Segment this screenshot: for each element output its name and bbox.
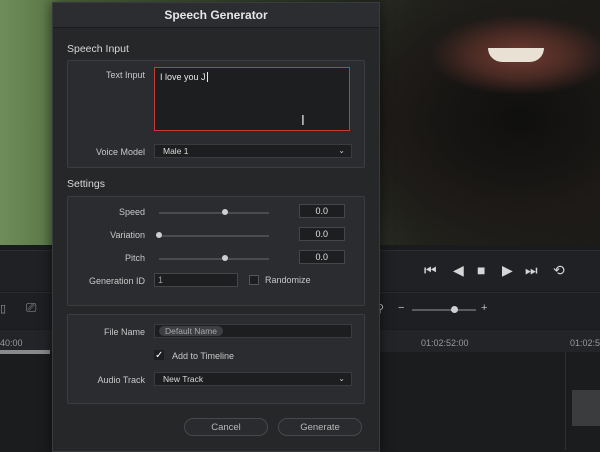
speed-label: Speed xyxy=(118,207,145,217)
stop-icon[interactable]: ■ xyxy=(477,262,485,278)
cancel-button[interactable]: Cancel xyxy=(184,418,268,436)
timecode-label: 40:00 xyxy=(0,338,23,348)
pitch-slider-knob[interactable] xyxy=(222,255,228,261)
voice-model-label: Voice Model xyxy=(95,147,145,157)
pitch-label: Pitch xyxy=(124,253,145,263)
variation-slider[interactable] xyxy=(159,235,269,237)
timecode-label: 01:02:52:00 xyxy=(421,338,469,348)
play-reverse-icon[interactable]: ◀ xyxy=(453,262,464,278)
play-icon[interactable]: ▶ xyxy=(502,262,513,278)
add-to-timeline-label: Add to Timeline xyxy=(172,351,235,361)
speech-input-section-label: Speech Input xyxy=(67,43,129,55)
audio-track-label: Audio Track xyxy=(97,375,145,385)
randomize-label: Randomize xyxy=(265,275,311,285)
video-frame-detail xyxy=(488,48,544,62)
pitch-slider[interactable] xyxy=(159,258,269,260)
skip-forward-icon[interactable]: ⏭ xyxy=(525,262,538,278)
generate-button[interactable]: Generate xyxy=(278,418,362,436)
clip-strip xyxy=(0,350,50,354)
randomize-checkbox[interactable] xyxy=(249,275,259,285)
file-name-placeholder: Default Name xyxy=(159,326,223,336)
speed-slider[interactable] xyxy=(159,212,269,214)
chevron-down-icon: ⌄ xyxy=(338,374,345,383)
settings-section-label: Settings xyxy=(67,178,105,190)
timecode-label: 01:02:5 xyxy=(570,338,600,348)
ibeam-cursor-icon: I xyxy=(301,114,305,129)
variation-label: Variation xyxy=(110,230,145,240)
text-caret xyxy=(206,72,208,82)
voice-model-select[interactable]: Male 1 ⌄ xyxy=(154,144,352,158)
variation-slider-knob[interactable] xyxy=(156,232,162,238)
clip-thumbnail[interactable] xyxy=(572,390,600,426)
text-input-label: Text Input xyxy=(105,70,145,80)
track-divider xyxy=(565,352,566,450)
audio-track-select[interactable]: New Track ⌄ xyxy=(154,372,352,386)
zoom-out-icon[interactable]: − xyxy=(398,302,404,314)
tool-icon[interactable]: ▯ xyxy=(0,302,6,315)
variation-value[interactable]: 0.0 xyxy=(299,227,345,241)
text-input-field[interactable]: I love you J xyxy=(154,67,350,131)
speed-value[interactable]: 0.0 xyxy=(299,204,345,218)
file-name-label: File Name xyxy=(103,327,145,337)
text-input-value: I love you J xyxy=(160,72,206,82)
loop-icon[interactable]: ⟲ xyxy=(553,262,565,278)
zoom-slider-track[interactable] xyxy=(412,309,476,311)
audio-track-value: New Track xyxy=(163,374,204,384)
speed-slider-knob[interactable] xyxy=(222,209,228,215)
speech-generator-dialog: Speech Generator Speech Input Text Input… xyxy=(52,2,380,452)
zoom-in-icon[interactable]: + xyxy=(481,302,487,314)
pitch-value[interactable]: 0.0 xyxy=(299,250,345,264)
voice-model-value: Male 1 xyxy=(163,146,189,156)
skip-back-icon[interactable]: ⏮ xyxy=(424,262,437,278)
monitor-icon[interactable]: ⎚ xyxy=(26,300,36,316)
generation-id-input[interactable]: 1 xyxy=(154,273,238,287)
chevron-down-icon: ⌄ xyxy=(338,146,345,155)
generation-id-label: Generation ID xyxy=(88,276,145,286)
file-name-input[interactable]: Default Name xyxy=(154,324,352,338)
zoom-slider-knob[interactable] xyxy=(451,306,458,313)
dialog-title: Speech Generator xyxy=(53,3,379,28)
add-to-timeline-checkbox[interactable]: ✓ xyxy=(154,350,164,361)
